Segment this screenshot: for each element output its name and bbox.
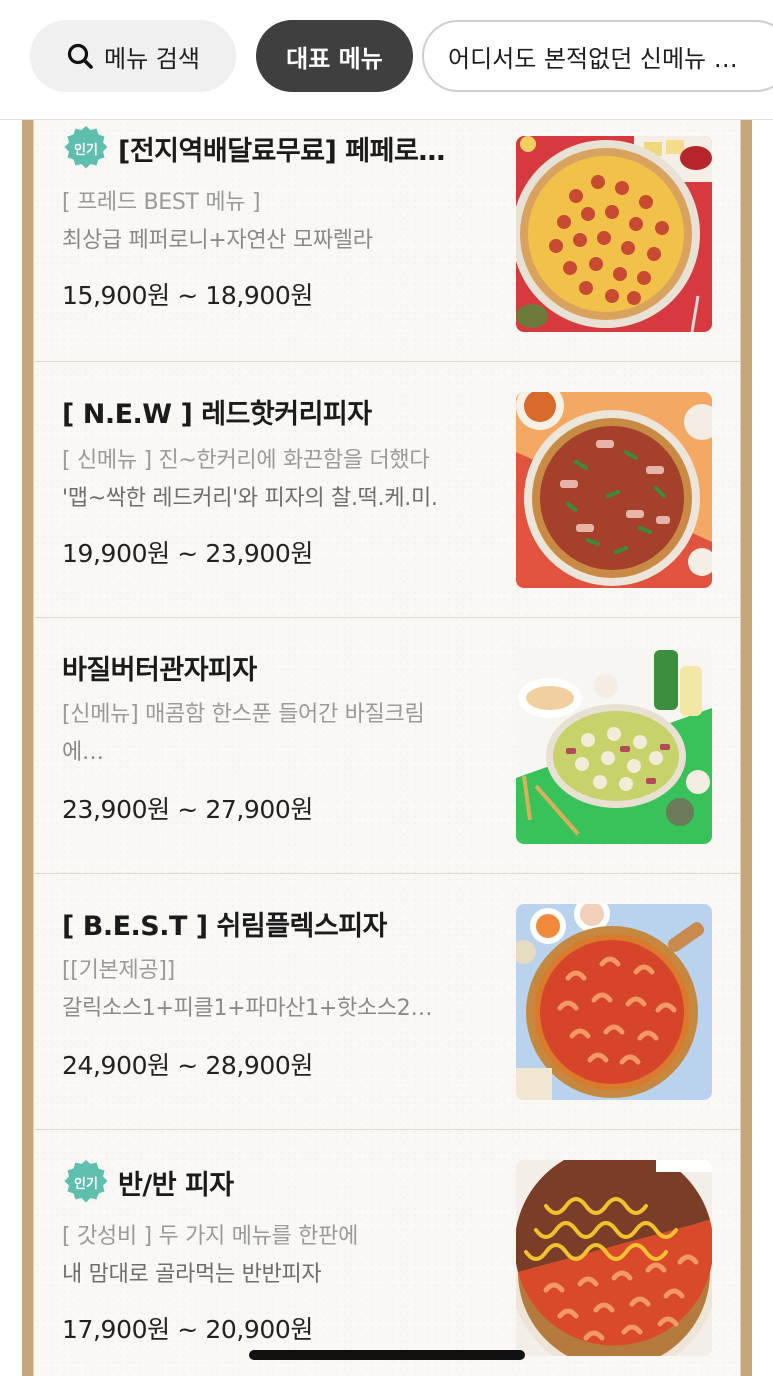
menu-item-price: 15,900원 ~ 18,900원 — [62, 281, 313, 310]
menu-item-price: 23,900원 ~ 27,900원 — [62, 795, 313, 824]
pepperoni-pizza-image[interactable] — [516, 136, 712, 332]
menu-item-desc-line1: [ 신메뉴 ] 진~한커리에 화끈함을 더했다 — [62, 448, 430, 473]
tab-signature-menu[interactable]: 대표 메뉴 — [256, 20, 413, 92]
home-indicator[interactable] — [249, 1350, 525, 1360]
menu-item-desc-line1: [[기본제공]] — [62, 958, 175, 983]
menu-item-title: [ N.E.W ] 레드핫커리피자 — [62, 399, 372, 430]
menu-search-label: 메뉴 검색 — [104, 44, 200, 73]
menu-item-desc-line2: 갈릭소스1+피클1+파마산1+핫소스2… — [62, 996, 433, 1021]
tab-new-menu[interactable]: 어디서도 본적없던 신메뉴 … — [422, 20, 773, 92]
menu-item-description: [ 프레드 BEST 메뉴 ] 최상급 페퍼로니+자연산 모짜렐라 — [62, 184, 502, 260]
menu-item-price: 24,900원 ~ 28,900원 — [62, 1051, 313, 1080]
menu-item-desc-line2: 최상급 페퍼로니+자연산 모짜렐라 — [62, 228, 373, 253]
popular-badge-label: 인기 — [74, 142, 98, 158]
menu-item-desc-line1: [ 갓성비 ] 두 가지 메뉴를 한판에 — [62, 1224, 359, 1249]
menu-item-title: 바질버터관자피자 — [62, 655, 257, 686]
tab-signature-menu-label: 대표 메뉴 — [286, 44, 383, 73]
menu-item-title-row: 바질버터관자피자 — [62, 648, 257, 687]
menu-item-desc-line2: '맵~싹한 레드커리'와 피자의 찰.떡.케.미. — [62, 486, 438, 511]
menu-item-basil-butter-scallop[interactable]: 바질버터관자피자 [신메뉴] 매콤함 한스푼 들어간 바질크림 에… 23,90… — [33, 618, 741, 874]
basil-butter-scallop-pizza-image[interactable] — [516, 648, 712, 844]
menu-item-description: [신메뉴] 매콤함 한스푼 들어간 바질크림 에… — [62, 696, 502, 772]
red-hot-curry-pizza-image[interactable] — [516, 392, 712, 588]
shrimplex-pizza-image[interactable] — [516, 904, 712, 1100]
popular-badge-label: 인기 — [74, 1176, 98, 1192]
menu-item-title-row: [ B.E.S.T ] 쉬림플렉스피자 — [62, 904, 387, 943]
popular-badge: 인기 — [62, 1158, 110, 1206]
menu-item-title-row: [ N.E.W ] 레드핫커리피자 — [62, 392, 372, 431]
menu-item-description: [ 신메뉴 ] 진~한커리에 화끈함을 더했다 '맵~싹한 레드커리'와 피자의… — [62, 442, 502, 518]
category-filter-bar: 메뉴 검색 대표 메뉴 어디서도 본적없던 신메뉴 … — [0, 0, 773, 120]
menu-item-shrimplex[interactable]: [ B.E.S.T ] 쉬림플렉스피자 [[기본제공]] 갈릭소스1+피클1+파… — [33, 874, 741, 1130]
menu-item-price: 17,900원 ~ 20,900원 — [62, 1315, 313, 1344]
menu-item-title-row: 인기 반/반 피자 — [62, 1158, 234, 1206]
menu-item-title-row: 인기 [전지역배달료무료] 페페로… — [62, 124, 445, 172]
menu-item-desc-line1: [ 프레드 BEST 메뉴 ] — [62, 190, 261, 215]
menu-list: 인기 [전지역배달료무료] 페페로… [ 프레드 BEST 메뉴 ] 최상급 페… — [22, 120, 752, 1376]
menu-item-desc-line1: [신메뉴] 매콤함 한스푼 들어간 바질크림 — [62, 702, 425, 727]
popular-badge: 인기 — [62, 124, 110, 172]
search-icon — [67, 43, 93, 69]
tab-new-menu-label: 어디서도 본적없던 신메뉴 … — [448, 44, 738, 73]
half-half-pizza-image[interactable] — [516, 1160, 712, 1356]
menu-item-price: 19,900원 ~ 23,900원 — [62, 539, 313, 568]
menu-item-half-half[interactable]: 인기 반/반 피자 [ 갓성비 ] 두 가지 메뉴를 한판에 내 맘대로 골라먹… — [33, 1130, 741, 1376]
menu-item-title: [전지역배달료무료] 페페로… — [118, 135, 445, 167]
menu-item-red-hot-curry[interactable]: [ N.E.W ] 레드핫커리피자 [ 신메뉴 ] 진~한커리에 화끈함을 더했… — [33, 362, 741, 618]
menu-item-title: 반/반 피자 — [118, 1169, 234, 1201]
menu-item-description: [[기본제공]] 갈릭소스1+피클1+파마산1+핫소스2… — [62, 952, 502, 1028]
menu-item-description: [ 갓성비 ] 두 가지 메뉴를 한판에 내 맘대로 골라먹는 반반피자 — [62, 1218, 502, 1294]
menu-item-desc-line2: 내 맘대로 골라먹는 반반피자 — [62, 1262, 322, 1287]
menu-item-pepperoni[interactable]: 인기 [전지역배달료무료] 페페로… [ 프레드 BEST 메뉴 ] 최상급 페… — [33, 106, 741, 362]
menu-item-desc-line2: 에… — [62, 740, 104, 765]
menu-item-title: [ B.E.S.T ] 쉬림플렉스피자 — [62, 911, 387, 942]
menu-search-button[interactable]: 메뉴 검색 — [30, 20, 236, 92]
